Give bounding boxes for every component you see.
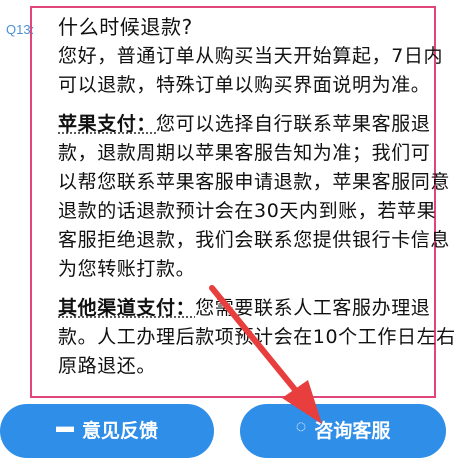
contact-service-button[interactable]: ◌ 咨询客服 [240, 404, 446, 458]
line-text: 您好，普通订单从购买当天开始算起，7日内 [58, 45, 444, 67]
line-text: 客服拒绝退款，我们会联系您提供银行卡信息 [58, 229, 451, 251]
service-label: 咨询客服 [314, 421, 391, 442]
answer-line: 款，退款周期以苹果客服告知为准；我们可 [58, 134, 442, 163]
answer-line: 原路退还。 [58, 347, 442, 376]
feedback-button[interactable]: ▬ 意见反馈 [0, 404, 214, 458]
answer-line: 其他渠道支付：您需要联系人工客服办理退 [58, 289, 442, 318]
line-text: 款，退款周期以苹果客服告知为准；我们可 [58, 142, 431, 164]
answer-line: 退款的话退款预计会在30天内到账，若苹果 [58, 192, 442, 221]
apple-pay-heading: 苹果支付： [58, 113, 157, 135]
line-text: 为您转账打款。 [58, 258, 196, 280]
answer-line: 可以退款，特殊订单以购买界面说明为准。 [58, 66, 442, 95]
answer-line: 苹果支付：您可以选择自行联系苹果客服退 [58, 105, 442, 134]
answer-line: 客服拒绝退款，我们会联系您提供银行卡信息 [58, 221, 449, 250]
line-text: 可以退款，特殊订单以购买界面说明为准。 [58, 74, 431, 96]
headset-icon: ◌ [295, 416, 307, 436]
line-text: 原路退还。 [58, 355, 157, 377]
answer-title: 什么时候退款? [58, 8, 442, 37]
answer-line: 为您转账打款。 [58, 250, 442, 279]
answer-content: 什么时候退款? 您好，普通订单从购买当天开始算起，7日内 可以退款，特殊订单以购… [58, 8, 455, 376]
line-text: 款。人工办理后款项预计会在10个工作日左右 [58, 326, 455, 348]
title-text: 什么时候退款? [58, 15, 193, 39]
line-text: 您可以选择自行联系苹果客服退 [156, 113, 431, 135]
line-text: 退款的话退款预计会在30天内到账，若苹果 [58, 200, 437, 222]
line-text: 以帮您联系苹果客服申请退款，苹果客服同意 [58, 171, 451, 193]
other-pay-heading: 其他渠道支付： [58, 297, 196, 319]
answer-line: 款。人工办理后款项预计会在10个工作日左右 [58, 318, 455, 347]
line-text: 您需要联系人工客服办理退 [195, 297, 431, 319]
message-square-icon: ▬ [55, 416, 74, 436]
answer-line: 以帮您联系苹果客服申请退款，苹果客服同意 [58, 163, 449, 192]
answer-line: 您好，普通订单从购买当天开始算起，7日内 [58, 37, 442, 66]
feedback-label: 意见反馈 [81, 421, 158, 442]
